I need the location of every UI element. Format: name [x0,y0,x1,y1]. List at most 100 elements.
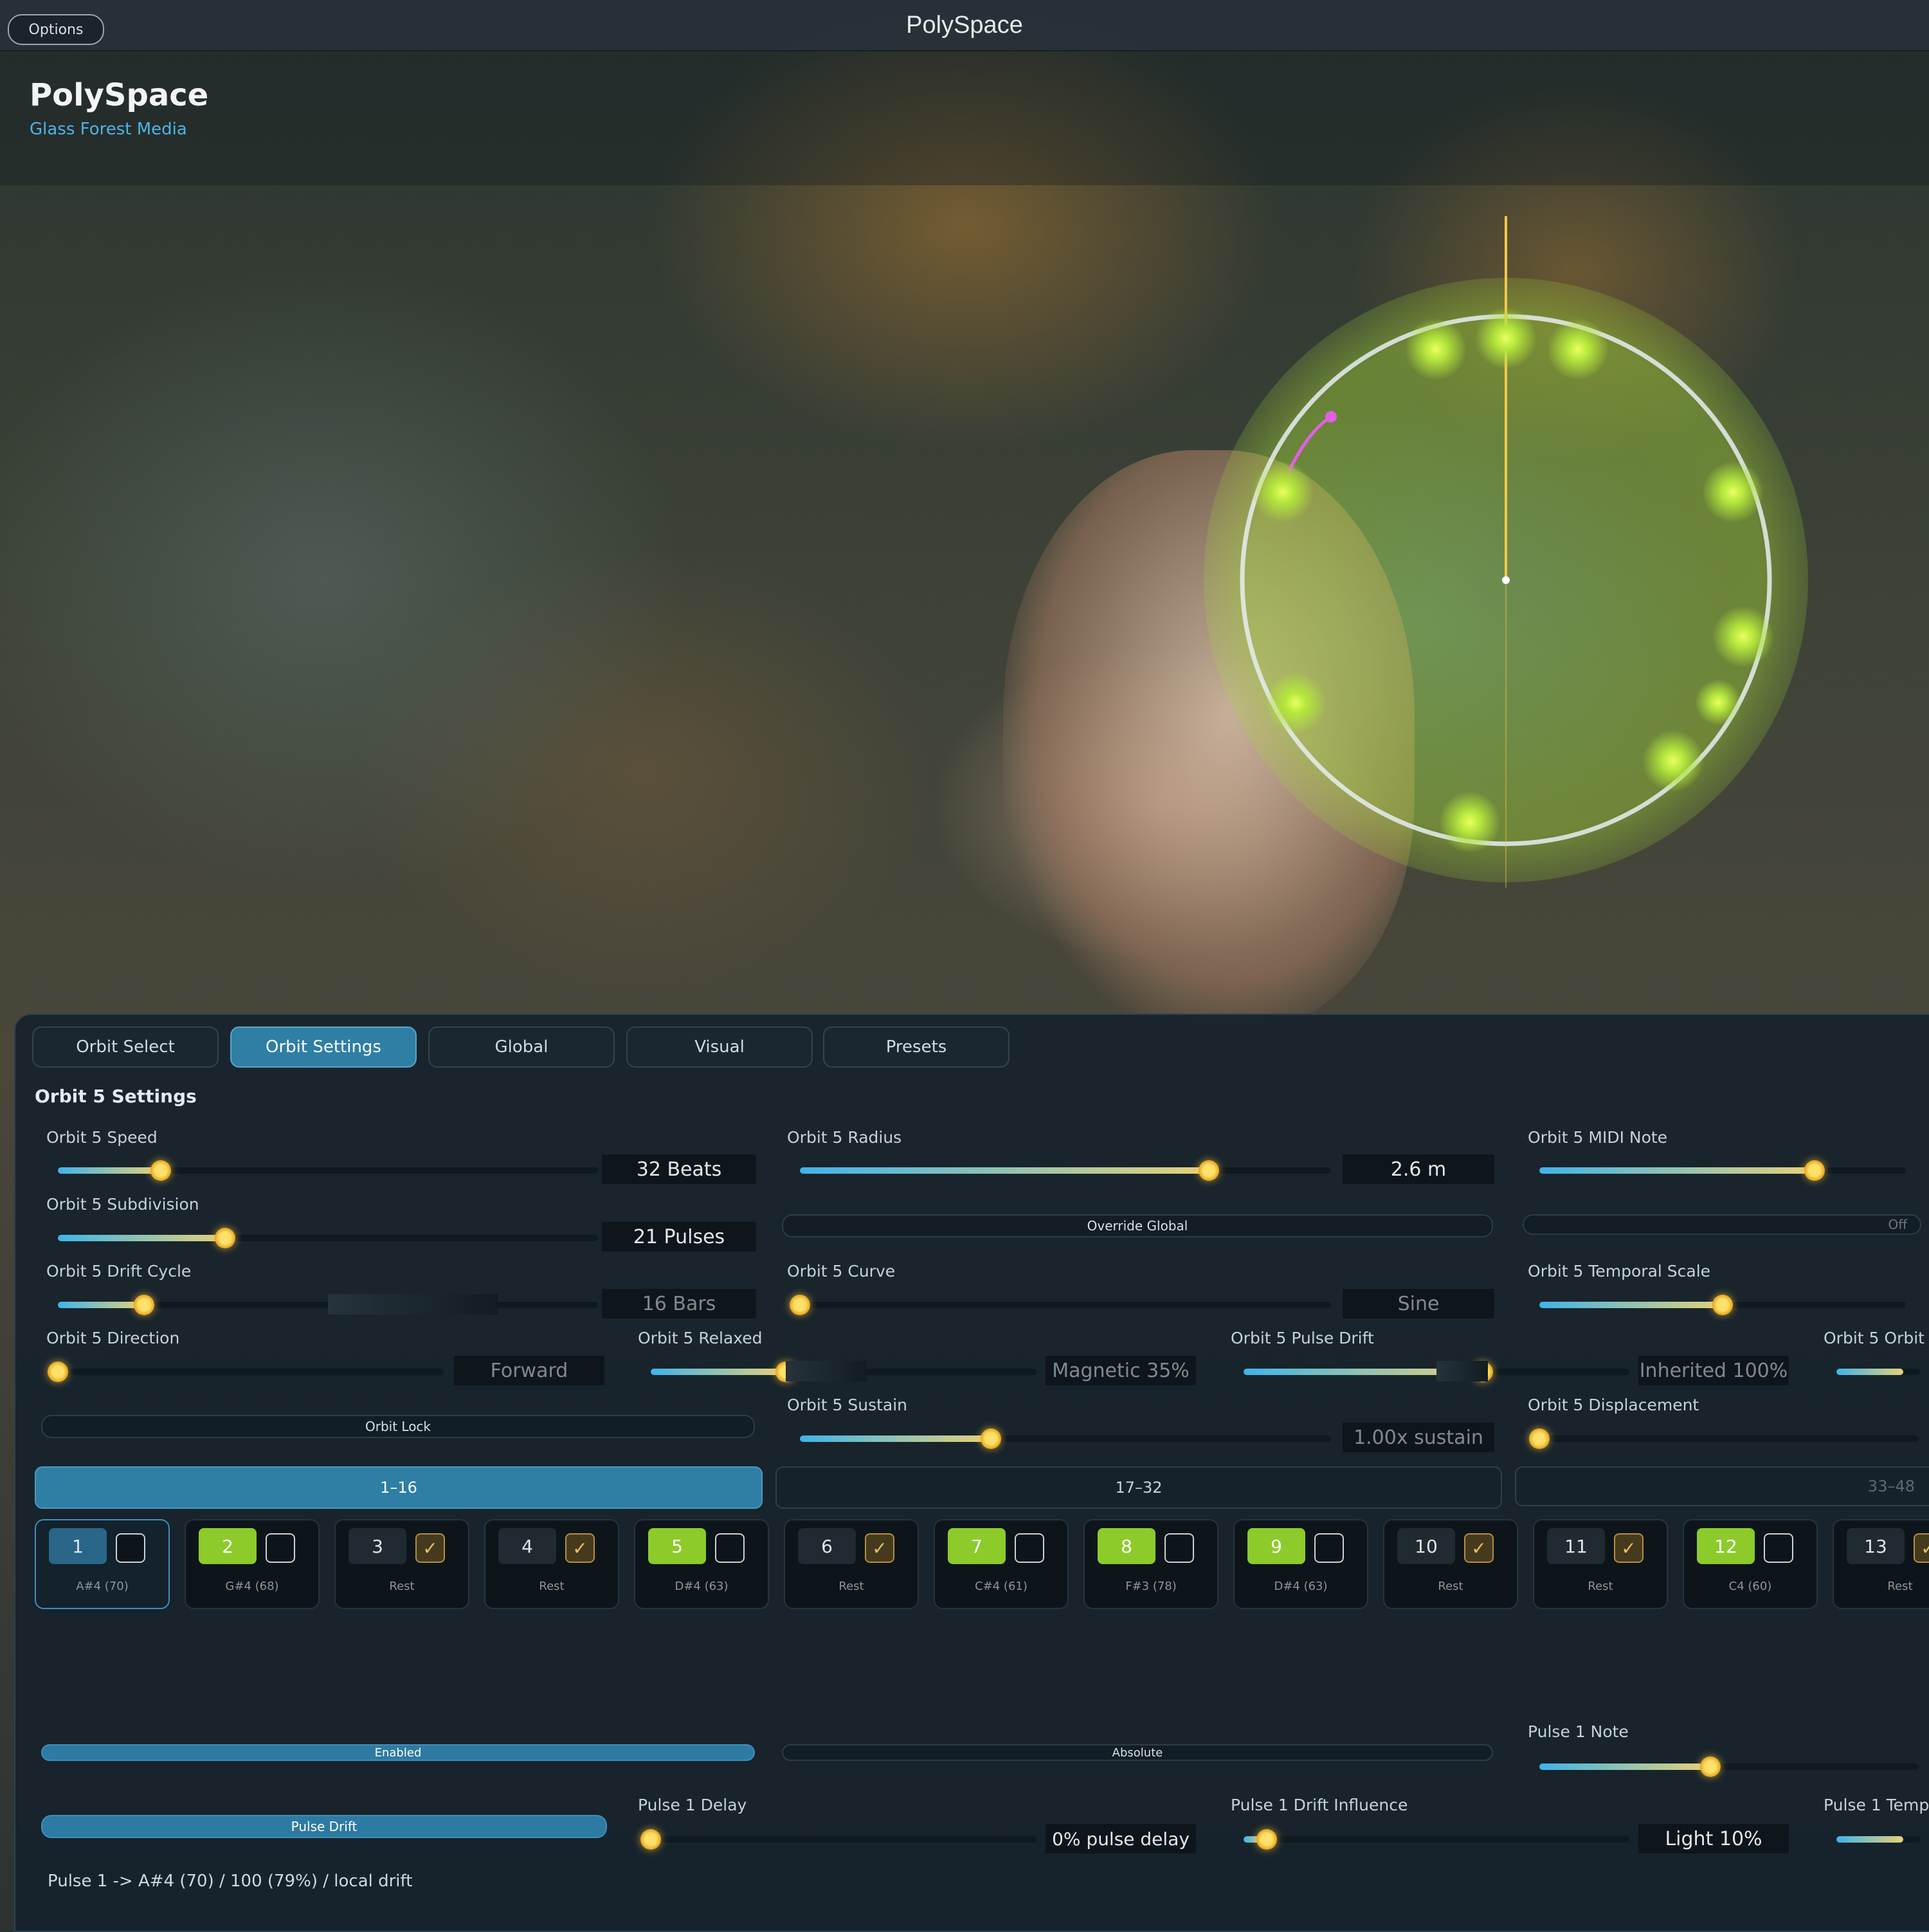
pulse-number-button[interactable]: 1 [49,1528,107,1564]
pulse-number-button[interactable]: 8 [1098,1528,1155,1564]
orbit-pulse-dot[interactable] [1702,461,1764,523]
override-global-button[interactable]: Override Global [782,1214,1493,1237]
radius-slider[interactable] [800,1160,1331,1181]
pulse-cell[interactable]: 6 ✓ Rest [784,1519,919,1609]
pulse-cell[interactable]: 5 D#4 (63) [634,1519,769,1609]
tab-orbit-select[interactable]: Orbit Select [32,1026,219,1068]
pulse-number-button[interactable]: 4 [498,1528,556,1564]
slider-knob[interactable] [1712,1295,1733,1315]
slider-fill [58,1167,161,1174]
pulse-rest-checkbox[interactable]: ✓ [1464,1533,1494,1563]
pulse-cell[interactable]: 13 ✓ Rest [1833,1519,1929,1609]
pulse-number-button[interactable]: 3 [349,1528,406,1564]
pulse-number-button[interactable]: 7 [948,1528,1006,1564]
direction-label: Orbit 5 Direction [46,1329,180,1347]
pulse-note-label: F#3 (78) [1125,1580,1177,1593]
pulse-drift-button[interactable]: Pulse Drift [41,1815,607,1838]
pulse-rest-checkbox[interactable] [1314,1533,1344,1563]
pulse-number-button[interactable]: 12 [1697,1528,1755,1564]
pulse-range-tab-1-16[interactable]: 1–16 [35,1466,763,1509]
orbit-pulse-dot[interactable] [1439,791,1501,853]
window-titlebar: Options PolySpace [0,0,1929,51]
orbit-visualizer[interactable] [1196,212,1839,894]
orbit-pulse-dot[interactable] [1695,679,1741,725]
pulse-rest-checkbox[interactable] [1764,1533,1793,1563]
pulse-delay-slider[interactable] [640,1829,1037,1850]
direction-value: Forward [454,1356,604,1385]
orbit-pulse-dot[interactable] [1475,307,1537,369]
slider-knob[interactable] [1199,1160,1219,1181]
pulse-range-tab-17-32[interactable]: 17–32 [775,1466,1502,1509]
sustain-slider[interactable] [800,1428,1331,1449]
slider-knob[interactable] [1700,1756,1721,1777]
pulse-number-button[interactable]: 6 [798,1528,856,1564]
pulse-cell[interactable]: 3 ✓ Rest [334,1519,469,1609]
slider-knob[interactable] [1256,1829,1277,1850]
orbit-pulse-dot[interactable] [1252,461,1314,523]
slider-knob[interactable] [1529,1428,1550,1449]
pulse-drift-value: Inherited 100% [1638,1356,1789,1385]
subdivision-slider[interactable] [58,1228,598,1248]
direction-slider[interactable] [48,1362,444,1382]
slider-knob[interactable] [150,1160,171,1181]
slider-knob[interactable] [790,1295,810,1315]
pulse-range-tab-33-48[interactable]: 33–48 [1515,1466,1929,1506]
slider-fill [1539,1302,1723,1308]
absolute-button[interactable]: Absolute [782,1744,1493,1761]
orbit-lock-button[interactable]: Orbit Lock [41,1415,755,1438]
pulse-cell[interactable]: 12 C4 (60) [1683,1519,1818,1609]
orbit-pulse-dot[interactable] [1642,730,1704,792]
pulse-cell[interactable]: 11 ✓ Rest [1533,1519,1668,1609]
pulse-cell[interactable]: 9 D#4 (63) [1233,1519,1368,1609]
pulse-cell[interactable]: 8 F#3 (78) [1083,1519,1218,1609]
slider-knob[interactable] [640,1829,661,1850]
orbit-pulse-dot[interactable] [1712,606,1774,668]
orbit-extra-slider[interactable] [1836,1369,1920,1375]
pulse-rest-checkbox[interactable] [1164,1533,1194,1563]
orbit-pulse-dot[interactable] [1405,318,1467,380]
slider-knob[interactable] [215,1228,235,1248]
slider-knob[interactable] [981,1428,1001,1449]
tab-orbit-settings[interactable]: Orbit Settings [230,1026,417,1068]
pulse-rest-checkbox[interactable]: ✓ [1614,1533,1644,1563]
pulse-rest-checkbox[interactable] [715,1533,745,1563]
temporal-scale-slider[interactable] [1539,1295,1906,1315]
pulse-number-button[interactable]: 11 [1547,1528,1605,1564]
pulse-rest-checkbox[interactable]: ✓ [865,1533,894,1563]
pulse-rest-checkbox[interactable]: ✓ [415,1533,445,1563]
pulse-rest-checkbox[interactable] [266,1533,295,1563]
pulse-drift-influence-slider[interactable] [1244,1829,1629,1850]
tab-global[interactable]: Global [428,1026,615,1068]
slider-knob[interactable] [1804,1160,1825,1181]
pulse-cell[interactable]: 2 G#4 (68) [185,1519,320,1609]
pulse-number-button[interactable]: 5 [648,1528,706,1564]
tab-presets[interactable]: Presets [823,1026,1010,1068]
slider-knob[interactable] [134,1295,154,1315]
midi-toggle-button[interactable]: Off [1523,1214,1921,1235]
pulse-cell[interactable]: 1 A#4 (70) [35,1519,170,1609]
midi-note-slider[interactable] [1539,1160,1906,1181]
pulse-rest-checkbox[interactable] [116,1533,145,1563]
curve-slider[interactable] [790,1295,1331,1315]
pulse-note-slider[interactable] [1539,1756,1919,1777]
orbit-pulse-dot[interactable] [1265,672,1327,734]
pulse-cell[interactable]: 10 ✓ Rest [1383,1519,1518,1609]
enabled-button[interactable]: Enabled [41,1744,755,1761]
pulse-rest-checkbox[interactable]: ✓ [1914,1533,1929,1563]
pulse-number-button[interactable]: 10 [1397,1528,1455,1564]
temporal-scale-label: Orbit 5 Temporal Scale [1528,1262,1711,1280]
pulse-cell[interactable]: 7 C#4 (61) [934,1519,1069,1609]
pulse-number-button[interactable]: 2 [199,1528,257,1564]
orbit-pulse-dot[interactable] [1547,318,1609,380]
tab-visual[interactable]: Visual [626,1026,813,1068]
pulse-cell[interactable]: 4 ✓ Rest [484,1519,619,1609]
slider-knob[interactable] [48,1362,68,1382]
speed-slider[interactable] [58,1160,598,1181]
pulse-temp-slider[interactable] [1836,1836,1920,1843]
header-shade [0,50,1929,185]
displacement-slider[interactable] [1529,1428,1919,1449]
pulse-number-button[interactable]: 13 [1847,1528,1905,1564]
pulse-number-button[interactable]: 9 [1247,1528,1305,1564]
pulse-rest-checkbox[interactable]: ✓ [565,1533,595,1563]
pulse-rest-checkbox[interactable] [1015,1533,1044,1563]
